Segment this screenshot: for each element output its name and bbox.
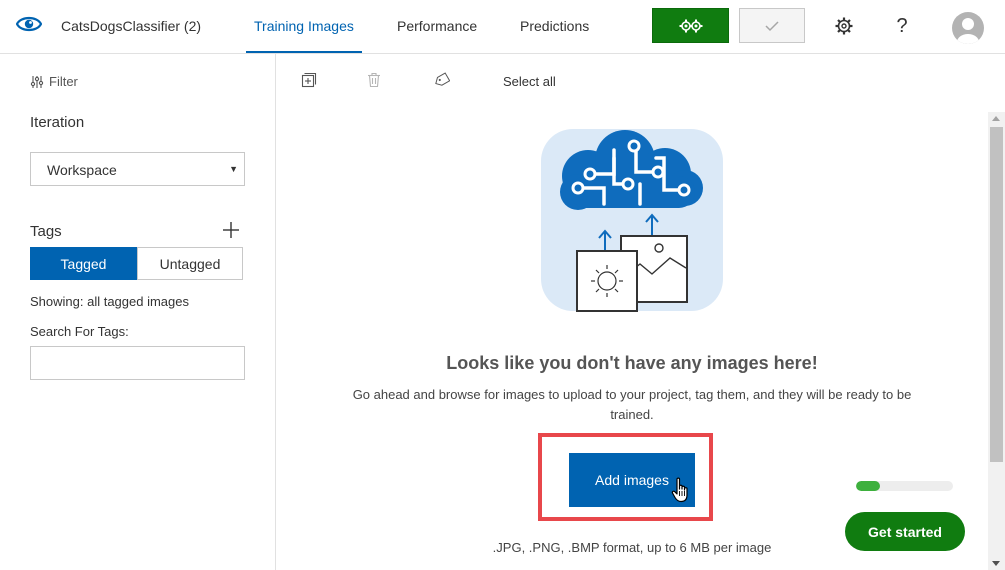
empty-state-description: Go ahead and browse for images to upload… bbox=[352, 387, 912, 422]
delete-trash-icon[interactable] bbox=[366, 72, 382, 88]
vertical-scrollbar[interactable] bbox=[988, 112, 1005, 570]
scroll-up-arrow-icon[interactable] bbox=[992, 116, 1000, 121]
untagged-toggle-button[interactable]: Untagged bbox=[137, 247, 243, 280]
add-image-icon[interactable] bbox=[301, 72, 317, 88]
gears-icon bbox=[679, 19, 702, 32]
iteration-select[interactable]: Workspace ▼ bbox=[30, 152, 245, 186]
filter-button[interactable]: Filter bbox=[30, 74, 78, 89]
search-tags-label: Search For Tags: bbox=[30, 324, 129, 339]
quick-test-button[interactable] bbox=[739, 8, 805, 43]
user-avatar[interactable] bbox=[952, 12, 984, 44]
empty-state-title: Looks like you don't have any images her… bbox=[446, 353, 818, 373]
settings-gear-icon[interactable] bbox=[833, 15, 855, 37]
train-button[interactable] bbox=[652, 8, 729, 43]
showing-status-text: Showing: all tagged images bbox=[30, 294, 189, 309]
search-tags-input[interactable] bbox=[30, 346, 245, 380]
onboarding-progress-bar bbox=[856, 481, 953, 491]
tag-label-icon[interactable] bbox=[434, 72, 450, 88]
scrollbar-thumb[interactable] bbox=[990, 127, 1003, 462]
sidebar: Filter Iteration Workspace ▼ Tags Tagged… bbox=[0, 54, 276, 570]
checkmark-icon bbox=[765, 20, 779, 31]
tab-predictions[interactable]: Predictions bbox=[520, 18, 589, 34]
top-bar: CatsDogsClassifier (2) Training Images P… bbox=[0, 0, 1005, 54]
filter-label: Filter bbox=[49, 74, 78, 89]
dropdown-caret-icon: ▼ bbox=[229, 164, 238, 174]
empty-state-illustration bbox=[541, 129, 723, 312]
tagged-toggle-button[interactable]: Tagged bbox=[30, 247, 137, 280]
tags-title: Tags bbox=[30, 223, 62, 240]
project-name[interactable]: CatsDogsClassifier (2) bbox=[61, 18, 201, 34]
help-icon[interactable]: ? bbox=[891, 15, 913, 37]
add-tag-plus-icon[interactable] bbox=[221, 220, 241, 240]
custom-vision-eye-icon[interactable] bbox=[16, 13, 42, 35]
hand-cursor-icon bbox=[671, 477, 688, 503]
user-silhouette-icon bbox=[957, 18, 979, 44]
select-all-button[interactable]: Select all bbox=[503, 74, 556, 89]
scroll-down-arrow-icon[interactable] bbox=[992, 561, 1000, 566]
filter-sliders-icon bbox=[30, 75, 44, 88]
iteration-select-value: Workspace bbox=[47, 162, 117, 178]
tab-training-images[interactable]: Training Images bbox=[246, 18, 362, 53]
onboarding-progress-fill bbox=[856, 481, 881, 491]
iteration-title: Iteration bbox=[30, 114, 85, 131]
tab-performance[interactable]: Performance bbox=[397, 18, 477, 34]
get-started-button[interactable]: Get started bbox=[845, 512, 965, 551]
